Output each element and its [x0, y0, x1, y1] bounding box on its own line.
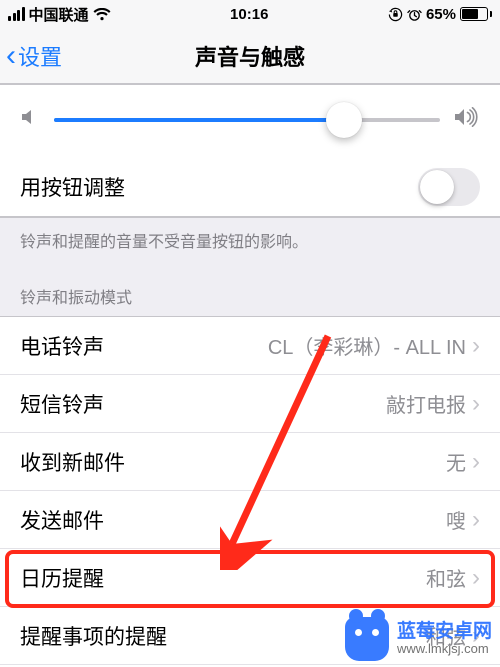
row-label: 电话铃声: [20, 331, 104, 361]
row-value: 和弦: [426, 563, 466, 592]
status-time: 10:16: [230, 6, 268, 23]
alarm-icon: [407, 7, 422, 22]
speaker-high-icon: [454, 107, 480, 132]
row-value: CL（李彩琳）- ALL IN: [268, 331, 466, 360]
footer-note: 铃声和提醒的音量不受音量按钮的影响。: [0, 218, 500, 266]
volume-slider[interactable]: [54, 118, 440, 122]
watermark-logo-icon: [345, 617, 389, 661]
row-label: 提醒事项的提醒: [20, 621, 167, 651]
page-title: 声音与触感: [0, 40, 500, 72]
chevron-right-icon: ›: [472, 564, 480, 592]
chevron-left-icon: ‹: [6, 41, 16, 71]
row-value: 嗖: [446, 505, 466, 534]
chevron-right-icon: ›: [472, 506, 480, 534]
row-ringtone[interactable]: 电话铃声 CL（李彩琳）- ALL IN›: [0, 317, 500, 375]
back-label: 设置: [18, 40, 62, 72]
row-value: 敲打电报: [386, 389, 466, 418]
row-label: 收到新邮件: [20, 447, 125, 477]
chevron-right-icon: ›: [472, 448, 480, 476]
status-bar: 中国联通 10:16 65%: [0, 0, 500, 28]
ringtone-group: 电话铃声 CL（李彩琳）- ALL IN› 短信铃声 敲打电报› 收到新邮件 无…: [0, 316, 500, 667]
nav-bar: ‹ 设置 声音与触感: [0, 28, 500, 84]
watermark-url: www.lmkjsj.com: [397, 642, 492, 657]
signal-icon: [8, 7, 25, 21]
row-value: 无: [446, 447, 466, 476]
row-label: 短信铃声: [20, 389, 104, 419]
back-button[interactable]: ‹ 设置: [0, 40, 62, 72]
watermark: 蓝莓安卓网 www.lmkjsj.com: [345, 617, 492, 661]
row-label: 用按钮调整: [20, 172, 125, 202]
orientation-lock-icon: [388, 7, 403, 22]
watermark-title: 蓝莓安卓网: [397, 621, 492, 643]
slider-knob[interactable]: [326, 102, 362, 138]
row-new-mail[interactable]: 收到新邮件 无›: [0, 433, 500, 491]
row-text-tone[interactable]: 短信铃声 敲打电报›: [0, 375, 500, 433]
row-use-buttons[interactable]: 用按钮调整: [0, 158, 500, 216]
toggle-use-buttons[interactable]: [418, 168, 480, 206]
wifi-icon: [93, 8, 111, 21]
carrier-label: 中国联通: [29, 4, 89, 25]
row-calendar-alerts[interactable]: 日历提醒 和弦›: [0, 549, 500, 607]
row-sent-mail[interactable]: 发送邮件 嗖›: [0, 491, 500, 549]
row-label: 发送邮件: [20, 505, 104, 535]
section-header: 铃声和振动模式: [0, 266, 500, 316]
row-label: 日历提醒: [20, 563, 104, 593]
speaker-low-icon: [20, 108, 40, 131]
chevron-right-icon: ›: [472, 390, 480, 418]
chevron-right-icon: ›: [472, 332, 480, 360]
battery-percent: 65%: [426, 6, 456, 23]
volume-section: 用按钮调整: [0, 84, 500, 217]
battery-icon: [460, 7, 492, 21]
